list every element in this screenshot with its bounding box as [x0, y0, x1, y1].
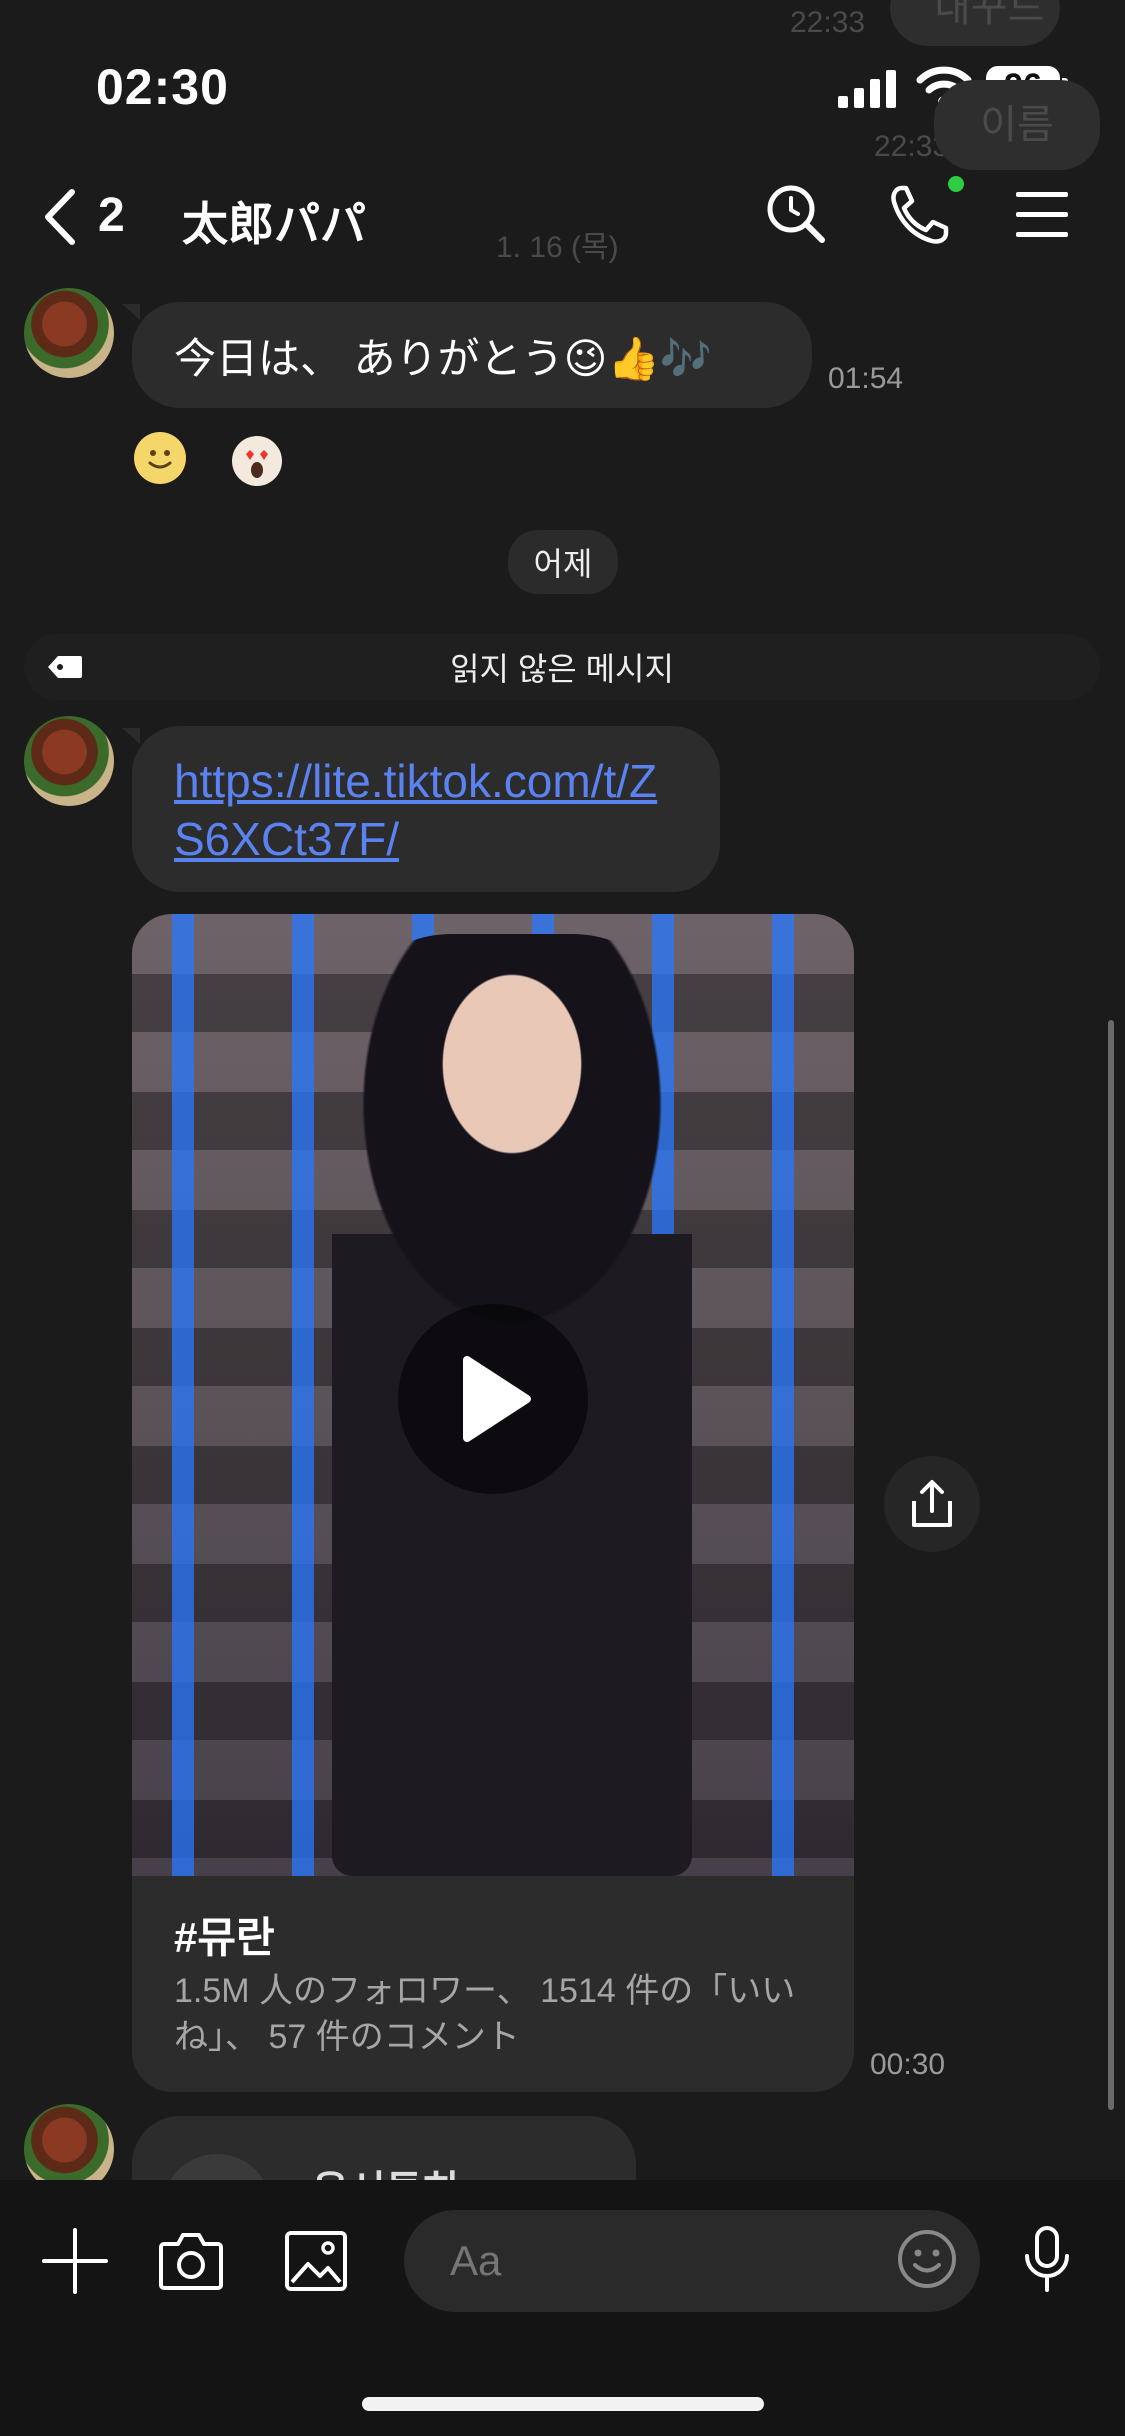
message-input[interactable]: [404, 2210, 980, 2312]
message-bubble: https://lite.tiktok.com/t/ZS6XCt37F/: [132, 726, 720, 892]
card-description: 1.5M 人のフォロワー、 1514 件の「いいね」、 57 件のコメント: [174, 1972, 796, 2056]
chat-title: 太郎パパ: [182, 198, 366, 250]
date-separator: 어제: [508, 530, 618, 594]
bubble-tail: [122, 304, 140, 320]
heart-eyes-reaction-icon[interactable]: [232, 436, 282, 486]
plus-icon[interactable]: [42, 2228, 108, 2294]
image-icon[interactable]: [284, 2230, 348, 2292]
call-status-dot: [948, 176, 964, 192]
camera-icon[interactable]: [158, 2230, 224, 2292]
smile-reaction-icon[interactable]: [134, 432, 186, 484]
video-preview-card[interactable]: #뮤란 1.5M 人のフォロワー、 1514 件の「いいね」、 57 件のコメン…: [132, 914, 854, 2092]
menu-icon[interactable]: [1016, 190, 1068, 240]
card-title: #뮤란: [174, 1914, 275, 1961]
message-time: 00:30: [870, 2048, 946, 2081]
emoji-icon[interactable]: [896, 2228, 958, 2290]
ghost-time: 22:33: [790, 6, 866, 39]
play-icon[interactable]: [398, 1304, 588, 1494]
back-chevron-icon[interactable]: [40, 188, 80, 246]
ghost-bubble: 이름: [934, 80, 1100, 170]
unread-count[interactable]: 2: [98, 188, 125, 243]
search-icon[interactable]: [764, 182, 828, 246]
video-thumbnail[interactable]: [132, 914, 854, 1876]
avatar[interactable]: [24, 716, 114, 806]
tiktok-link[interactable]: https://lite.tiktok.com/t/ZS6XCt37F/: [174, 755, 657, 865]
avatar[interactable]: [24, 288, 114, 378]
home-indicator[interactable]: [362, 2397, 764, 2411]
status-time: 02:30: [96, 59, 229, 115]
tag-icon: [46, 654, 84, 680]
message-time: 01:54: [828, 362, 904, 395]
microphone-icon[interactable]: [1022, 2226, 1072, 2294]
message-bubble[interactable]: 今日は、 ありがとう😉👍🎶: [132, 302, 812, 408]
share-icon[interactable]: [884, 1456, 980, 1552]
phone-icon[interactable]: [888, 184, 950, 246]
unread-divider: 읽지 않은 메시지: [24, 634, 1100, 700]
cellular-signal-icon: [838, 70, 898, 108]
ghost-bubble: 내꾸드: [890, 0, 1060, 46]
ghost-date: 1. 16 (목): [496, 231, 619, 264]
scrollbar[interactable]: [1108, 1020, 1114, 2110]
bubble-tail: [122, 728, 140, 744]
